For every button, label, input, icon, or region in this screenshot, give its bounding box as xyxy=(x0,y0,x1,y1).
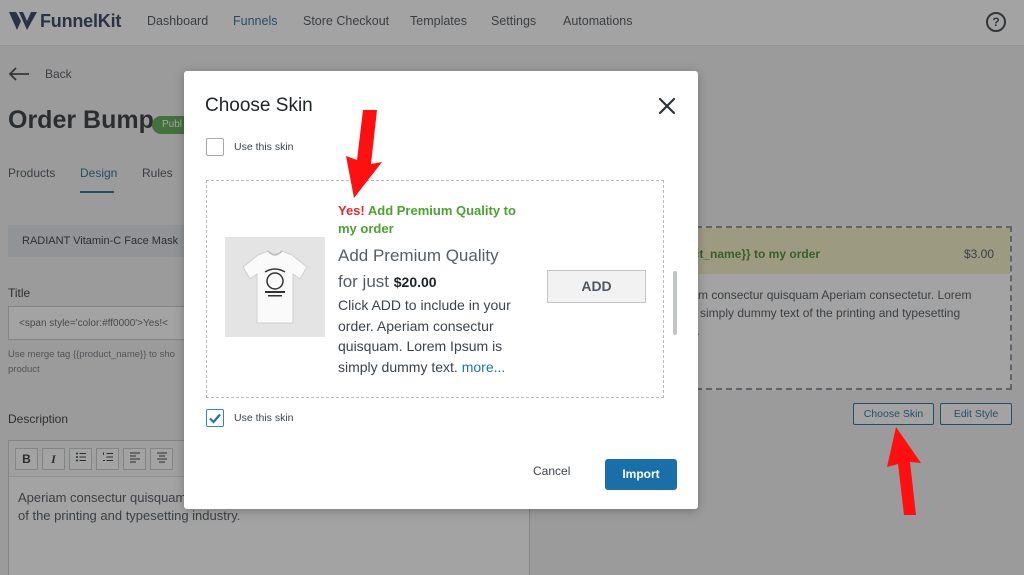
skin-headline-yes: Yes! xyxy=(338,203,365,218)
skin-headline: Yes! Add Premium Quality to my order xyxy=(338,202,538,238)
modal-scrollbar[interactable] xyxy=(673,271,677,335)
annotation-arrow-icon xyxy=(346,110,382,198)
skin-more-link[interactable]: more... xyxy=(462,359,506,375)
modal-title: Choose Skin xyxy=(205,95,313,116)
skin-add-button[interactable]: ADD xyxy=(547,270,646,303)
checkmark-icon xyxy=(209,413,221,424)
product-image xyxy=(225,237,325,337)
skin-price-prefix: for just xyxy=(338,272,390,291)
skin-preview-card[interactable]: Yes! Add Premium Quality to my order Add… xyxy=(206,180,664,398)
import-button[interactable]: Import xyxy=(605,459,677,490)
skin-checkbox-top-label: Use this skin xyxy=(234,141,294,153)
choose-skin-modal: Choose Skin Use this skin Yes! Add Premi… xyxy=(184,71,698,509)
tshirt-icon xyxy=(242,250,308,324)
annotation-arrow-icon xyxy=(887,427,921,515)
close-icon[interactable] xyxy=(656,95,678,117)
cancel-button[interactable]: Cancel xyxy=(533,464,570,478)
skin-subheading: Add Premium Quality xyxy=(338,246,499,265)
skin-checkbox-bottom-label: Use this skin xyxy=(234,412,294,424)
skin-headline-text: Add Premium Quality to my order xyxy=(338,203,516,236)
skin-price: $20.00 xyxy=(393,274,437,290)
skin-checkbox-top[interactable] xyxy=(206,138,224,156)
skin-description: Click ADD to include in your order. Aper… xyxy=(338,295,528,377)
skin-price-line: for just $20.00 xyxy=(338,272,437,292)
skin-checkbox-bottom[interactable] xyxy=(206,409,224,427)
